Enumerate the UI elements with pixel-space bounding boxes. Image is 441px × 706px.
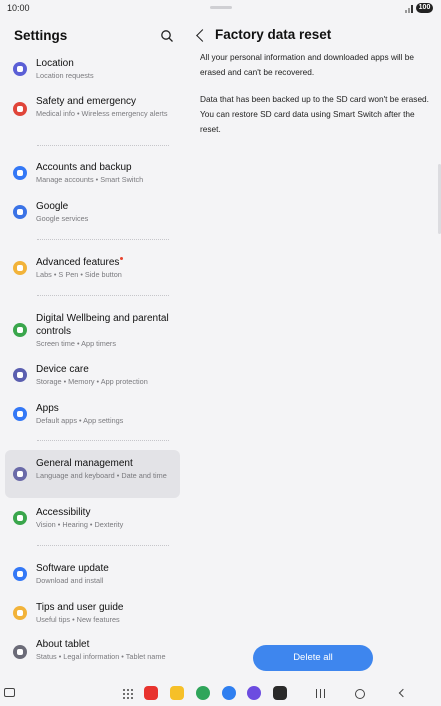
new-badge-dot [120, 257, 124, 260]
tips-icon [13, 606, 27, 620]
item-title: Safety and emergency [36, 96, 137, 107]
battery-icon: 100 [416, 3, 433, 13]
item-subtitle: Status • Legal information • Tablet name [36, 652, 166, 661]
settings-item-safety[interactable]: Safety and emergency Medical info • Wire… [5, 94, 180, 134]
item-subtitle: Labs • S Pen • Side button [36, 270, 122, 279]
item-title-text: Advanced features [36, 257, 120, 268]
navigation-bar [0, 683, 441, 706]
location-icon [13, 62, 27, 76]
item-title: Apps [36, 403, 59, 414]
item-title: Accessibility [36, 507, 91, 518]
item-subtitle: Location requests [36, 71, 94, 80]
reset-warning-text: All your personal information and downlo… [200, 52, 415, 77]
camera-app-icon[interactable] [273, 686, 287, 700]
general-management-icon [13, 467, 27, 481]
status-time: 10:00 [7, 3, 30, 13]
item-subtitle: Language and keyboard • Date and time [36, 471, 167, 480]
delete-all-button[interactable]: Delete all [253, 645, 373, 671]
settings-item-advanced-features[interactable]: Advanced features Labs • S Pen • Side bu… [5, 255, 180, 283]
factory-reset-pane: Factory data reset All your personal inf… [186, 18, 441, 683]
divider [37, 145, 169, 146]
keyboard-toggle-icon[interactable] [4, 688, 15, 697]
accounts-icon [13, 166, 27, 180]
google-icon [13, 205, 27, 219]
item-title: Device care [36, 364, 89, 375]
internet-app-icon[interactable] [247, 686, 261, 700]
item-title: Digital Wellbeing and parental controls [36, 313, 169, 337]
item-subtitle: Download and install [36, 576, 104, 585]
wellbeing-icon [13, 323, 27, 337]
software-update-icon [13, 567, 27, 581]
drag-handle[interactable] [210, 6, 232, 9]
signal-icon [405, 5, 413, 13]
item-subtitle: Medical info • Wireless emergency alerts [36, 109, 168, 118]
home-button[interactable] [355, 689, 365, 699]
page-title: Factory data reset [215, 27, 332, 42]
settings-item-tips[interactable]: Tips and user guide Useful tips • New fe… [5, 600, 180, 628]
item-title: Software update [36, 563, 109, 574]
back-button[interactable] [398, 688, 408, 698]
recents-button[interactable] [316, 689, 325, 698]
item-subtitle: Default apps • App settings [36, 416, 124, 425]
settings-item-apps[interactable]: Apps Default apps • App settings [5, 401, 180, 429]
sd-card-info-text: Data that has been backed up to the SD c… [200, 94, 429, 134]
settings-item-device-care[interactable]: Device care Storage • Memory • App prote… [5, 362, 180, 390]
settings-item-accounts[interactable]: Accounts and backup Manage accounts • Sm… [5, 160, 180, 188]
settings-title: Settings [14, 28, 68, 43]
item-title: Location [36, 58, 74, 69]
settings-item-digital-wellbeing[interactable]: Digital Wellbeing and parental controls … [5, 311, 180, 351]
item-title: Tips and user guide [36, 602, 124, 613]
settings-list-pane: Settings Location Location requests Safe… [0, 18, 186, 683]
divider [37, 295, 169, 296]
divider [37, 545, 169, 546]
red-app-icon[interactable] [144, 686, 158, 700]
advanced-features-icon [13, 261, 27, 275]
folder-app-icon[interactable] [170, 686, 184, 700]
apps-icon [13, 407, 27, 421]
item-title: Accounts and backup [36, 162, 132, 173]
settings-item-general-management[interactable]: General management Language and keyboard… [5, 450, 180, 498]
accessibility-icon [13, 511, 27, 525]
app-drawer-icon[interactable] [123, 689, 133, 699]
back-arrow-icon[interactable] [196, 29, 209, 42]
item-title: General management [36, 458, 133, 469]
search-icon[interactable] [160, 29, 174, 43]
item-subtitle: Manage accounts • Smart Switch [36, 175, 144, 184]
item-title: Advanced features [36, 256, 176, 269]
device-care-icon [13, 368, 27, 382]
divider [37, 239, 169, 240]
item-title: Google [36, 201, 69, 212]
settings-item-location[interactable]: Location Location requests [5, 56, 180, 84]
item-subtitle: Vision • Hearing • Dexterity [36, 520, 124, 529]
item-subtitle: Screen time • App timers [36, 339, 117, 348]
item-subtitle: Storage • Memory • App protection [36, 377, 148, 386]
divider [37, 440, 169, 441]
settings-item-software-update[interactable]: Software update Download and install [5, 561, 180, 589]
item-subtitle: Useful tips • New features [36, 615, 120, 624]
phone-app-icon[interactable] [196, 686, 210, 700]
settings-item-accessibility[interactable]: Accessibility Vision • Hearing • Dexteri… [5, 505, 180, 533]
messages-app-icon[interactable] [222, 686, 236, 700]
settings-item-google[interactable]: Google Google services [5, 199, 180, 227]
settings-item-about-tablet[interactable]: About tablet Status • Legal information … [5, 637, 180, 677]
status-bar: 10:00 100 [0, 0, 441, 18]
about-icon [13, 645, 27, 659]
item-title: About tablet [36, 639, 90, 650]
safety-icon [13, 102, 27, 116]
item-subtitle: Google services [36, 214, 89, 223]
